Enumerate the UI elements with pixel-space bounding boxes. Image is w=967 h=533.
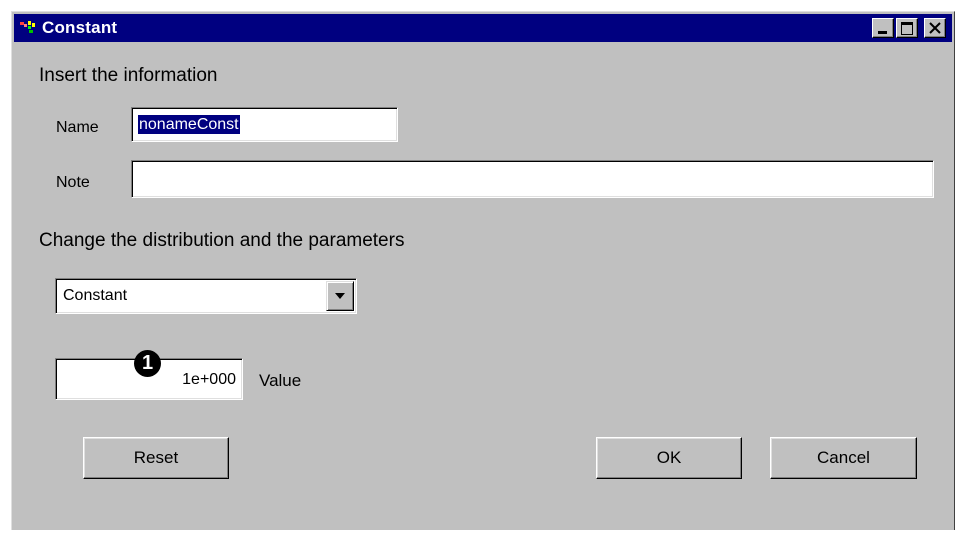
reset-button[interactable]: Reset bbox=[83, 437, 229, 479]
distribution-heading: Change the distribution and the paramete… bbox=[39, 230, 405, 251]
chevron-down-icon bbox=[335, 293, 345, 299]
note-field[interactable] bbox=[131, 160, 934, 198]
cancel-button[interactable]: Cancel bbox=[770, 437, 917, 479]
constant-dialog: Constant Insert the information Name non… bbox=[11, 11, 955, 530]
name-field[interactable]: nonameConst bbox=[131, 107, 398, 142]
maximize-icon[interactable] bbox=[896, 18, 918, 38]
callout-marker: 1 bbox=[134, 350, 161, 377]
note-label: Note bbox=[56, 174, 90, 191]
app-icon bbox=[20, 21, 35, 33]
close-icon[interactable] bbox=[924, 18, 946, 38]
name-label: Name bbox=[56, 119, 99, 136]
dropdown-button[interactable] bbox=[326, 281, 354, 311]
info-heading: Insert the information bbox=[39, 65, 218, 86]
window-title: Constant bbox=[42, 18, 118, 37]
value-input-text: 1e+000 bbox=[182, 371, 236, 388]
distribution-select[interactable]: Constant bbox=[55, 278, 357, 314]
name-value: nonameConst bbox=[138, 115, 240, 134]
title-bar[interactable]: Constant bbox=[14, 14, 952, 42]
minimize-icon[interactable] bbox=[872, 18, 894, 38]
value-label: Value bbox=[259, 371, 302, 390]
ok-button[interactable]: OK bbox=[596, 437, 742, 479]
distribution-selected-value: Constant bbox=[63, 287, 128, 304]
